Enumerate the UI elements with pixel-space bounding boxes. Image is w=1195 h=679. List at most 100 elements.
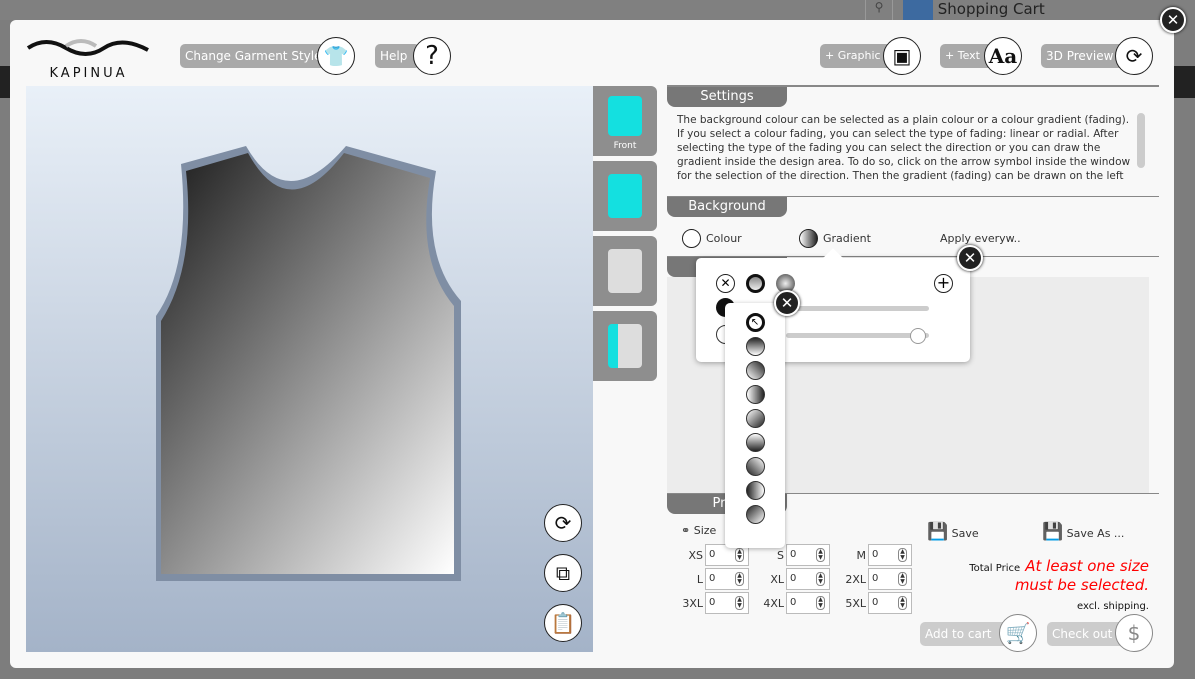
section-title: Settings: [667, 87, 787, 107]
direction-option[interactable]: [745, 337, 765, 356]
dollar-icon[interactable]: $: [1115, 614, 1153, 652]
cart-label: Shopping Cart: [937, 0, 1045, 18]
shirt-swap-icon[interactable]: 👕: [317, 37, 355, 75]
button-label: Check out: [1052, 627, 1113, 641]
logo-text: KAPINUA: [49, 66, 128, 81]
size-5XL-stepper[interactable]: 0 ▲ ▼: [868, 592, 912, 614]
stepper-value: 0: [872, 573, 879, 584]
stepper-value: 0: [872, 549, 879, 560]
button-label: Save: [951, 527, 979, 540]
button-label: Save As ...: [1066, 527, 1125, 540]
button-label: 3D Preview: [1046, 49, 1114, 63]
size-L-stepper[interactable]: 0 ▲ ▼: [705, 568, 749, 590]
rotate-shirt-icon[interactable]: ⟳: [1115, 37, 1153, 75]
left-thumbnail: [608, 249, 642, 293]
button-label: + Graphic: [825, 49, 881, 62]
view-front[interactable]: Front: [593, 86, 657, 156]
no-gradient-icon[interactable]: ✕: [716, 274, 735, 293]
save-as-button[interactable]: 💾 Save As ...: [1042, 522, 1124, 542]
garment-front: [156, 146, 461, 581]
linear-gradient-option[interactable]: [746, 274, 765, 293]
spinner-arrows-icon[interactable]: ▲ ▼: [735, 596, 744, 610]
button-label: Add to cart: [925, 627, 992, 641]
close-modal-button[interactable]: ✕: [1160, 7, 1186, 33]
view-left[interactable]: [593, 236, 657, 306]
settings-help-text: The background colour can be selected as…: [677, 114, 1131, 182]
colour-radio[interactable]: Colour: [682, 229, 742, 248]
add-stop-icon[interactable]: +: [934, 274, 953, 293]
direction-option[interactable]: [745, 433, 765, 452]
question-icon[interactable]: ?: [413, 37, 451, 75]
size-label-XL: XL: [770, 573, 784, 586]
search-icon[interactable]: ⚲: [865, 0, 893, 20]
direction-option[interactable]: [745, 457, 765, 476]
size-2XL-stepper[interactable]: 0 ▲ ▼: [868, 568, 912, 590]
3d-preview-button[interactable]: 3D Preview: [1041, 44, 1126, 68]
stop-slider-1[interactable]: [786, 306, 929, 311]
size-M-stepper[interactable]: 0 ▲ ▼: [868, 544, 912, 566]
spinner-arrows-icon[interactable]: ▲ ▼: [816, 596, 825, 610]
direction-option[interactable]: [745, 505, 765, 524]
apply-everywhere-toggle[interactable]: Apply everyw..: [940, 232, 1021, 245]
direction-option[interactable]: [745, 385, 765, 404]
paste-icon[interactable]: 📋: [544, 604, 582, 642]
close-direction-list-button[interactable]: ✕: [774, 290, 800, 316]
add-to-cart-button[interactable]: Add to cart: [920, 622, 1010, 646]
size-label-2XL: 2XL: [845, 573, 866, 586]
design-area[interactable]: ⟳ ⧉ 📋: [26, 86, 593, 652]
settings-section: Settings The background colour can be se…: [667, 86, 1159, 196]
stepper-value: 0: [872, 597, 879, 608]
spinner-arrows-icon[interactable]: ▲ ▼: [735, 572, 744, 586]
image-icon[interactable]: ▣: [883, 37, 921, 75]
change-garment-style-button[interactable]: Change Garment Style: [180, 44, 325, 68]
spinner-arrows-icon[interactable]: ▲ ▼: [816, 572, 825, 586]
total-price: Total Price At least one size must be se…: [909, 556, 1149, 617]
size-label-M: M: [856, 549, 867, 562]
size-XL-stepper[interactable]: 0 ▲ ▼: [786, 568, 830, 590]
gradient-radio[interactable]: Gradient: [799, 229, 871, 248]
radio-label: Colour: [706, 232, 742, 245]
stepper-value: 0: [709, 573, 716, 584]
scrollbar[interactable]: [1137, 113, 1145, 168]
cart-icon: [903, 0, 933, 20]
view-right[interactable]: [593, 311, 657, 381]
size-4XL-stepper[interactable]: 0 ▲ ▼: [786, 592, 830, 614]
view-back[interactable]: [593, 161, 657, 231]
shopping-cart-link[interactable]: Shopping Cart: [903, 0, 1163, 20]
right-thumbnail: [608, 324, 642, 368]
size-S-stepper[interactable]: 0 ▲ ▼: [786, 544, 830, 566]
spinner-arrows-icon[interactable]: ▲ ▼: [735, 548, 744, 562]
stop-slider-2[interactable]: [786, 333, 929, 338]
size-label-XS: XS: [688, 549, 703, 562]
front-thumbnail: [608, 96, 642, 136]
size-label-S: S: [777, 549, 784, 562]
cart-icon[interactable]: 🛒: [999, 614, 1037, 652]
size-label-3XL: 3XL: [682, 597, 703, 610]
spinner-arrows-icon[interactable]: ▲ ▼: [898, 572, 907, 586]
spinner-arrows-icon[interactable]: ▲ ▼: [898, 548, 907, 562]
warning-text: must be selected.: [1014, 576, 1149, 594]
stepper-value: 0: [709, 597, 716, 608]
floppy-icon: 💾: [927, 522, 949, 542]
stepper-value: 0: [790, 549, 797, 560]
direction-option[interactable]: [745, 481, 765, 500]
radio-label: Gradient: [823, 232, 871, 245]
close-popup-button[interactable]: ✕: [957, 245, 983, 271]
size-label-5XL: 5XL: [845, 597, 866, 610]
spinner-arrows-icon[interactable]: ▲ ▼: [816, 548, 825, 562]
text-icon[interactable]: Aa: [984, 37, 1022, 75]
direction-option[interactable]: [745, 409, 765, 428]
rotate-view-icon[interactable]: ⟳: [544, 504, 582, 542]
size-label-4XL: 4XL: [763, 597, 784, 610]
draw-direction-icon[interactable]: ↖: [745, 313, 765, 332]
stepper-value: 0: [790, 597, 797, 608]
spinner-arrows-icon[interactable]: ▲ ▼: [898, 596, 907, 610]
save-button[interactable]: 💾 Save: [927, 522, 979, 542]
direction-option[interactable]: [745, 361, 765, 380]
slider-handle[interactable]: [910, 328, 926, 344]
logo: KAPINUA: [26, 36, 151, 81]
size-3XL-stepper[interactable]: 0 ▲ ▼: [705, 592, 749, 614]
total-label: Total Price: [969, 563, 1021, 574]
copy-icon[interactable]: ⧉: [544, 554, 582, 592]
direction-list: ↖: [725, 303, 785, 548]
